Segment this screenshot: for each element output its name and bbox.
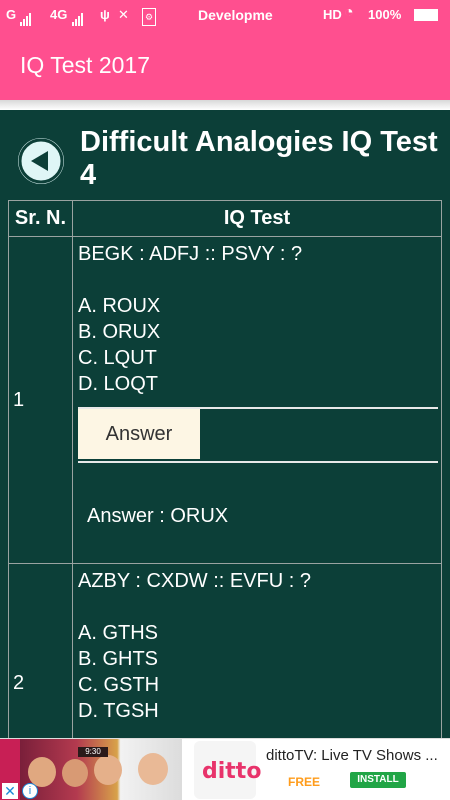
question-cell: BEGK : ADFJ :: PSVY : ? A. ROUX B. ORUX …	[72, 236, 442, 564]
option-d: D. LOQT	[78, 373, 159, 395]
ad-banner[interactable]: 9:30 ditto dittoTV: Live TV Shows ... FR…	[0, 738, 450, 800]
row-number: 2	[8, 563, 73, 738]
ad-face-2	[62, 759, 88, 787]
tools-icon: ✕	[118, 7, 129, 22]
app-title: IQ Test 2017	[20, 52, 150, 78]
ad-face-3	[94, 755, 122, 785]
carrier-label: G	[6, 7, 17, 22]
battery-icon	[414, 9, 438, 21]
main-content[interactable]: Difficult Analogies IQ Test 4 Sr. N. IQ …	[0, 110, 450, 738]
answer-button[interactable]: Answer	[78, 409, 200, 459]
option-d: D. TGSH	[78, 700, 159, 722]
ad-title[interactable]: dittoTV: Live TV Shows ...	[266, 747, 438, 764]
back-arrow-icon	[18, 138, 64, 184]
info-icon[interactable]: i	[22, 783, 38, 799]
option-a: A. GTHS	[78, 622, 159, 644]
debug-icon: ⚙	[142, 8, 157, 26]
install-button[interactable]: INSTALL	[350, 772, 406, 788]
table-row: 1 BEGK : ADFJ :: PSVY : ? A. ROUX B. ORU…	[8, 236, 442, 564]
page-title: Difficult Analogies IQ Test 4	[80, 126, 438, 191]
answer-text: Answer : ORUX	[87, 505, 229, 527]
ad-face-4	[138, 753, 168, 785]
usb-icon: ψ	[100, 7, 110, 22]
question-text: AZBY : CXDW :: EVFU : ?	[78, 570, 312, 592]
question-cell: AZBY : CXDW :: EVFU : ? A. GTHS B. GHTS …	[72, 563, 442, 738]
header-iq-test: IQ Test	[72, 200, 442, 237]
wifi-icon: ◔	[344, 4, 354, 21]
status-center-text: Developme	[198, 7, 273, 23]
option-b: B. ORUX	[78, 321, 161, 343]
questions-table: Sr. N. IQ Test 1 BEGK : ADFJ :: PSVY : ?…	[8, 200, 442, 738]
app-bar-shadow	[0, 100, 450, 110]
answer-row: Answer	[78, 407, 438, 463]
close-icon[interactable]: ✕	[2, 783, 18, 799]
ad-price: FREE	[288, 775, 321, 789]
ditto-logo-text: ditto	[202, 759, 262, 784]
hd-label: HD	[323, 7, 342, 22]
signal-icon-2	[72, 10, 84, 26]
option-a: A. ROUX	[78, 295, 161, 317]
option-c: C. GSTH	[78, 674, 160, 696]
app-bar: IQ Test 2017	[0, 30, 450, 100]
ad-image[interactable]: 9:30	[20, 739, 182, 800]
question-text: BEGK : ADFJ :: PSVY : ?	[78, 243, 303, 265]
header-sr-no: Sr. N.	[8, 200, 73, 237]
table-row: 2 AZBY : CXDW :: EVFU : ? A. GTHS B. GHT…	[8, 563, 442, 738]
battery-label: 100%	[368, 7, 402, 22]
row-number: 1	[8, 236, 73, 564]
ad-clock: 9:30	[78, 747, 108, 757]
ditto-logo[interactable]: ditto	[194, 741, 261, 799]
option-b: B. GHTS	[78, 648, 159, 670]
back-button[interactable]	[18, 138, 64, 184]
network-type: 4G	[50, 7, 68, 22]
option-c: C. LQUT	[78, 347, 157, 369]
status-bar: G 4G ψ ✕ ⚙ Developme HD ◔ 100%	[0, 0, 450, 30]
signal-icon	[20, 10, 32, 26]
